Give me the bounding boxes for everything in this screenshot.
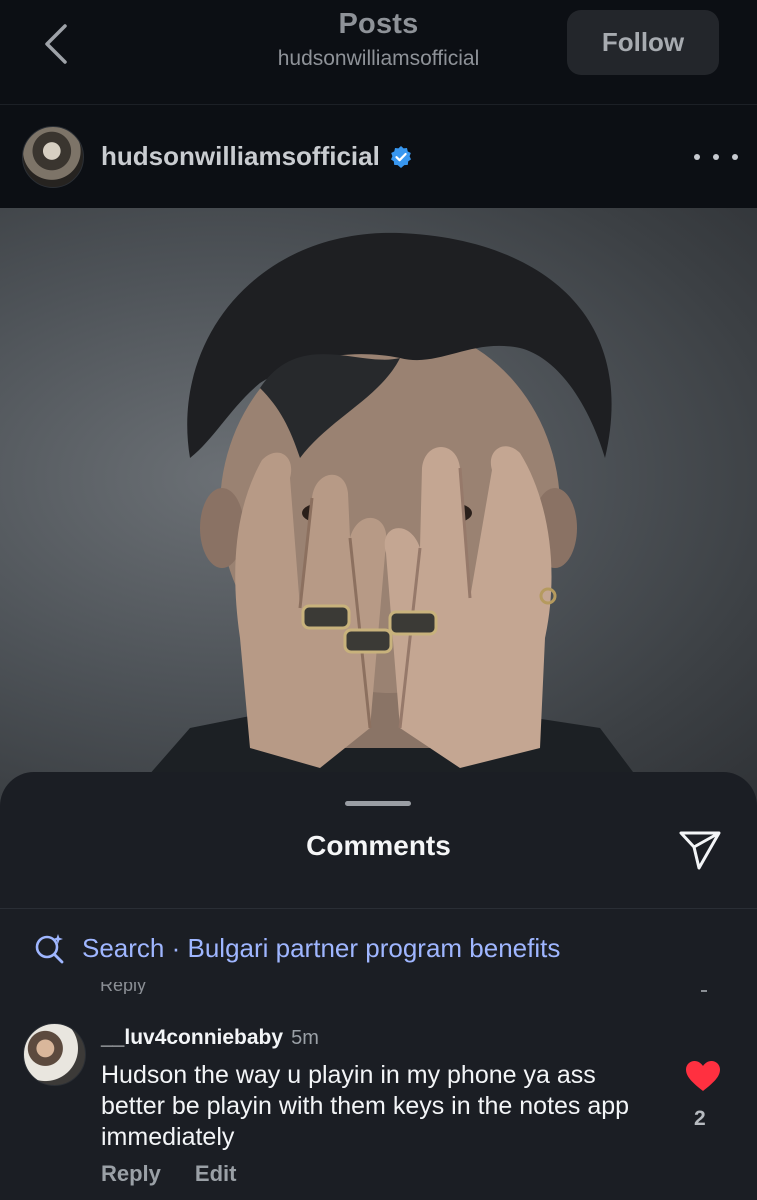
heart-icon bbox=[686, 1061, 720, 1091]
share-button[interactable] bbox=[675, 824, 725, 874]
post-photo[interactable] bbox=[0, 208, 757, 808]
comment-header: __luv4conniebaby 5m bbox=[101, 1026, 319, 1050]
comment-avatar[interactable] bbox=[23, 1023, 86, 1086]
partial-reply-label: Reply bbox=[100, 982, 147, 994]
comment-actions: Reply Edit bbox=[101, 1161, 236, 1187]
portrait-illustration bbox=[120, 232, 660, 808]
send-icon bbox=[679, 831, 721, 870]
comments-sheet: Comments Search · Bulgari partner progra… bbox=[0, 772, 757, 1200]
follow-button[interactable]: Follow bbox=[567, 10, 719, 75]
more-options-button[interactable] bbox=[694, 143, 738, 171]
post-header: hudsonwilliamsofficial bbox=[0, 105, 757, 208]
divider bbox=[0, 908, 757, 909]
edit-button[interactable]: Edit bbox=[195, 1161, 237, 1187]
reply-button[interactable]: Reply bbox=[101, 1161, 161, 1187]
sheet-drag-handle[interactable] bbox=[345, 801, 411, 806]
post-username-row[interactable]: hudsonwilliamsofficial bbox=[101, 141, 413, 172]
search-sparkle-icon bbox=[35, 934, 64, 964]
dot-icon bbox=[713, 154, 719, 160]
top-nav-bar: Posts hudsonwilliamsofficial Follow bbox=[0, 0, 757, 105]
avatar[interactable] bbox=[22, 126, 84, 188]
sheet-title: Comments bbox=[306, 830, 451, 861]
like-button[interactable] bbox=[685, 1060, 721, 1092]
partial-like-count bbox=[701, 990, 707, 992]
comment-timestamp: 5m bbox=[291, 1027, 319, 1049]
post-username[interactable]: hudsonwilliamsofficial bbox=[101, 141, 380, 172]
comment-text: Hudson the way u playin in my phone ya a… bbox=[101, 1061, 630, 1151]
verified-badge-icon bbox=[390, 145, 411, 168]
dot-icon bbox=[694, 154, 700, 160]
like-count: 2 bbox=[694, 1107, 706, 1130]
comment-username[interactable]: __luv4conniebaby bbox=[101, 1026, 283, 1050]
search-suggestion[interactable]: Search · Bulgari partner program benefit… bbox=[34, 932, 560, 964]
dot-icon bbox=[732, 154, 738, 160]
search-suggestion-text[interactable]: Search · Bulgari partner program benefit… bbox=[82, 933, 560, 964]
